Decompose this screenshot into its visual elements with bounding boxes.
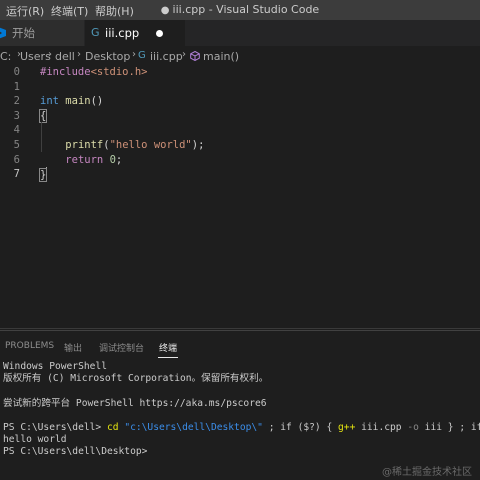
code-token: #include: [40, 66, 91, 78]
code-token: <stdio.h>: [90, 66, 148, 78]
breadcrumb-desktop[interactable]: Desktop: [85, 50, 130, 63]
code-text: #include<stdio.h>: [40, 65, 147, 79]
chevron-right-icon: ›: [132, 49, 136, 60]
line-number: 7: [13, 168, 20, 181]
code-token: int: [40, 95, 59, 108]
code-line[interactable]: 0 #include<stdio.h>: [0, 65, 480, 79]
breadcrumb-file[interactable]: iii.cpp: [150, 50, 183, 63]
terminal-token: PS C:\Users\dell>: [3, 422, 107, 433]
terminal-line: Windows PowerShell: [3, 360, 107, 373]
terminal-line: 版权所有 (C) Microsoft Corporation。保留所有权利。: [3, 372, 268, 385]
line-number: 2: [13, 95, 20, 108]
tab-debug-console[interactable]: 调试控制台: [99, 341, 144, 354]
terminal-token: hello world: [3, 434, 67, 446]
breadcrumb-symbol[interactable]: main(): [203, 50, 239, 63]
code-line[interactable]: 3{: [0, 108, 480, 123]
code-text: return 0;: [40, 153, 122, 167]
terminal-token: iii.cpp: [355, 422, 408, 433]
code-token: ;: [115, 153, 123, 166]
tab-welcome[interactable]: 开始: [0, 20, 84, 46]
terminal-token: 尝试新的跨平台 PowerShell https://aka.ms/pscore…: [3, 397, 267, 409]
tab-output[interactable]: 输出: [64, 341, 82, 354]
cpp-file-icon: G: [138, 50, 146, 61]
code-line[interactable]: 2 int main(): [0, 94, 480, 108]
text-cursor: [46, 167, 48, 181]
watermark: @稀土掘金技术社区: [382, 467, 472, 478]
unsaved-dot-icon: ●: [160, 5, 170, 16]
line-number: 5: [13, 139, 20, 151]
terminal-line: PS C:\Users\dell> cd "c:\Users\dell\Desk…: [3, 421, 480, 434]
tab-problems[interactable]: PROBLEMS: [5, 341, 54, 351]
code-text: {: [38, 108, 48, 123]
code-token: "hello world": [109, 139, 192, 151]
breadcrumb-dell[interactable]: dell: [55, 50, 75, 63]
active-tab-underline: [158, 357, 178, 358]
tab-terminal[interactable]: 终端: [159, 341, 177, 354]
terminal-line: hello world: [3, 433, 67, 446]
line-number: 6: [13, 153, 20, 166]
code-text: printf("hello world");: [40, 138, 204, 152]
code-token: main: [65, 95, 91, 108]
line-number: 0: [13, 66, 20, 78]
window-title-text: iii.cpp - Visual Studio Code: [172, 3, 320, 16]
terminal-token: iii } ; if (: [424, 422, 480, 433]
breadcrumb-users[interactable]: Users: [20, 50, 51, 63]
chevron-right-icon: ›: [48, 49, 52, 60]
tab-file-label: iii.cpp: [105, 26, 140, 40]
terminal-token: ; if ($?) {: [262, 422, 339, 433]
code-line[interactable]: 5 printf("hello world");: [0, 138, 480, 152]
symbol-method-icon: [190, 51, 200, 61]
breadcrumb-drive[interactable]: C:: [0, 50, 11, 63]
terminal-token: cd: [106, 422, 119, 433]
code-token: (): [90, 95, 104, 108]
terminal-token: g++: [338, 422, 356, 433]
code-line[interactable]: 7}: [0, 167, 480, 183]
window-title: ● iii.cpp - Visual Studio Code: [0, 3, 480, 16]
code-editor[interactable]: 0 #include<stdio.h> 1 2 int main() 3{4 5 print…: [0, 64, 480, 329]
terminal-token: Windows PowerShell: [3, 361, 107, 372]
terminal-token: 版权所有 (C) Microsoft Corporation。保留所有权利。: [3, 373, 269, 385]
terminal-token: -o: [407, 422, 419, 433]
code-line[interactable]: 4: [0, 123, 480, 137]
editor-tab-bar: 开始 G iii.cpp: [0, 20, 480, 46]
code-line[interactable]: 1: [0, 80, 480, 94]
code-line[interactable]: 6 return 0;: [0, 153, 480, 167]
code-text: int main(): [40, 94, 103, 108]
cpp-file-icon: G: [91, 26, 100, 39]
code-token: {: [38, 108, 48, 123]
indent-guide: [41, 122, 42, 152]
terminal-line: 尝试新的跨平台 PowerShell https://aka.ms/pscore…: [3, 397, 267, 410]
terminal-token: "c:\Users\dell\Desktop\": [124, 422, 263, 433]
line-number: 4: [13, 124, 20, 137]
line-number: 3: [13, 109, 20, 122]
unsaved-indicator-icon[interactable]: [156, 30, 163, 37]
tab-iii-cpp[interactable]: G iii.cpp: [85, 20, 185, 46]
tab-welcome-label: 开始: [12, 26, 35, 40]
terminal-token: PS C:\Users\dell\Desktop>: [3, 446, 148, 458]
chevron-right-icon: ›: [77, 49, 81, 60]
bottom-panel: PROBLEMS 输出 调试控制台 终端 Windows PowerShell 版…: [0, 330, 480, 480]
terminal-line: PS C:\Users\dell\Desktop>: [3, 445, 147, 458]
code-token: return: [65, 153, 104, 166]
code-text: }: [38, 167, 48, 183]
vscode-logo-icon: [0, 27, 6, 39]
editor-panel-divider: [0, 328, 480, 329]
chevron-right-icon: ›: [182, 49, 186, 60]
breadcrumb: C: › Users › dell › Desktop › G iii.cpp …: [0, 48, 480, 64]
title-bar: 运行(R) 终端(T) 帮助(H) ● iii.cpp - Visual Stud…: [0, 0, 480, 20]
code-token: printf: [65, 139, 104, 151]
line-number: 1: [13, 80, 20, 93]
code-token: );: [191, 139, 205, 151]
